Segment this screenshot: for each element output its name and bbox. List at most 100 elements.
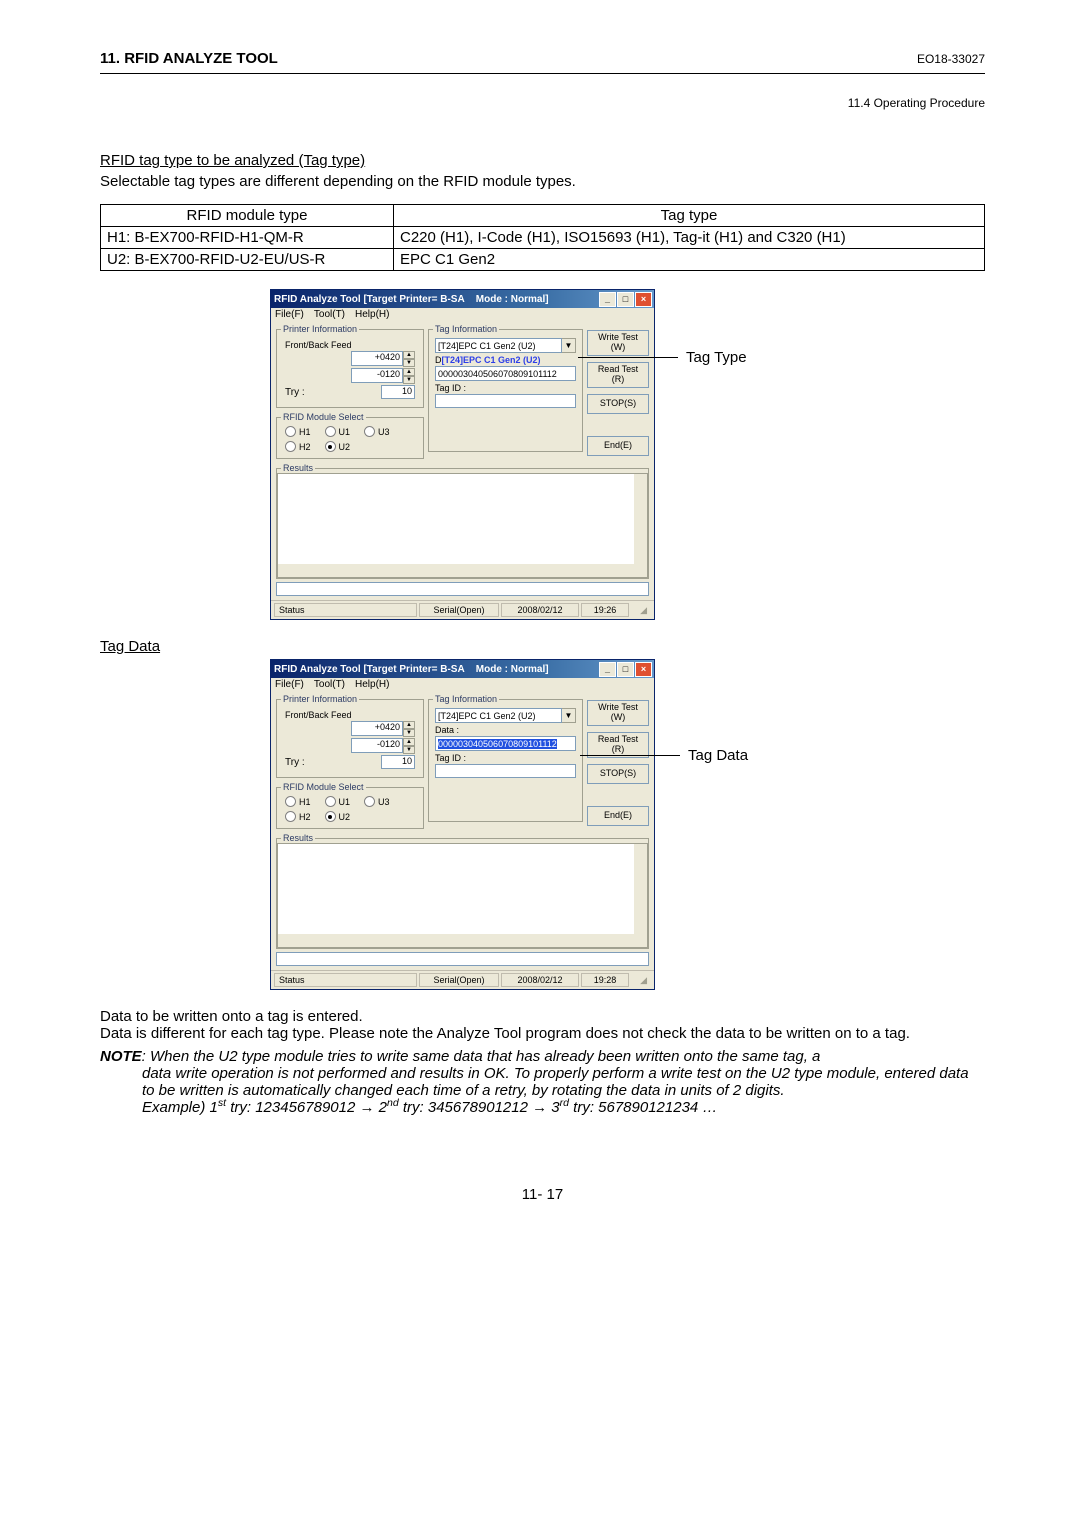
note-line2: data write operation is not performed an… [100,1065,985,1099]
front-feed-spinner[interactable]: ▲▼ [403,351,415,366]
results-scroll-v[interactable] [634,474,647,564]
radio-h1[interactable]: H1 [285,426,311,437]
minimize-icon[interactable]: _ [599,292,616,307]
tag-info-group: Tag Information [T24]EPC C1 Gen2 (U2) ▼ … [428,694,583,822]
tag-data-selected: 000003040506070809101112 [438,739,557,749]
printer-info-group: Printer Information Front/Back Feed +042… [276,694,424,778]
table-h1-tagtype: C220 (H1), I-Code (H1), ISO15693 (H1), T… [394,227,985,249]
note-block: NOTE: When the U2 type module tries to w… [100,1048,985,1116]
menu-file[interactable]: File(F) [275,309,304,320]
tag-type-table: RFID module type Tag type H1: B-EX700-RF… [100,204,985,271]
tag-info-legend: Tag Information [433,324,499,334]
try-label: Try : [285,387,305,398]
write-test-button[interactable]: Write Test(W) [587,700,649,726]
menu-file[interactable]: File(F) [275,679,304,690]
maximize-icon[interactable]: □ [617,662,634,677]
app-window-1: RFID Analyze Tool [Target Printer= B-SA … [270,289,655,620]
stop-button[interactable]: STOP(S) [587,764,649,784]
results-textarea[interactable] [277,843,648,948]
note-example: Example) 1st try: 123456789012 → 2nd try… [100,1099,985,1116]
back-feed-spinner[interactable]: ▲▼ [403,368,415,383]
page-number: 11- 17 [100,1186,985,1203]
section-subtitle: 11.4 Operating Procedure [100,96,985,110]
radio-u2[interactable]: U2 [325,811,351,822]
tag-id-input[interactable] [435,764,576,778]
chevron-down-icon[interactable]: ▼ [562,708,576,723]
stop-button[interactable]: STOP(S) [587,394,649,414]
resize-grip-icon[interactable]: ◢ [631,973,651,987]
radio-h2[interactable]: H2 [285,441,311,452]
rfid-module-select-group: RFID Module Select H1 U1 U3 H2 U2 [276,782,424,829]
status-date: 2008/02/12 [501,603,579,617]
results-scroll-h[interactable] [278,934,647,947]
data-label: Data : [435,725,576,735]
close-icon[interactable]: × [635,662,652,677]
menu-tool[interactable]: Tool(T) [314,309,345,320]
back-feed-input[interactable]: -0120 [351,368,403,383]
printer-info-group: Printer Information Front/Back Feed +042… [276,324,424,408]
try-input[interactable]: 10 [381,385,415,399]
status-serial: Serial(Open) [419,603,499,617]
callout-tag-type: Tag Type [686,349,747,366]
tag-data-input[interactable]: 000003040506070809101112 [435,366,576,381]
radio-h1[interactable]: H1 [285,796,311,807]
table-header-tagtype: Tag type [394,205,985,227]
table-header-module: RFID module type [101,205,394,227]
tag-type-combo[interactable]: [T24]EPC C1 Gen2 (U2) ▼ [435,338,576,353]
radio-u2[interactable]: U2 [325,441,351,452]
end-button[interactable]: End(E) [587,806,649,826]
results-textarea[interactable] [277,473,648,578]
tail-p2: Data is different for each tag type. Ple… [100,1025,985,1042]
status-time: 19:26 [581,603,629,617]
menu-help[interactable]: Help(H) [355,309,389,320]
table-h1-module: H1: B-EX700-RFID-H1-QM-R [101,227,394,249]
menubar[interactable]: File(F) Tool(T) Help(H) [271,308,654,321]
doc-code: EO18-33027 [917,52,985,66]
radio-u3[interactable]: U3 [364,796,390,807]
results-legend: Results [281,463,315,473]
resize-grip-icon[interactable]: ◢ [631,603,651,617]
results-scroll-v[interactable] [634,844,647,934]
front-feed-spinner[interactable]: ▲▼ [403,721,415,736]
callout-tag-data: Tag Data [688,747,748,764]
tag-type-value: [T24]EPC C1 Gen2 (U2) [435,338,562,353]
results-group: Results [276,463,649,579]
menu-help[interactable]: Help(H) [355,679,389,690]
radio-h2[interactable]: H2 [285,811,311,822]
tag-info-group: Tag Information [T24]EPC C1 Gen2 (U2) ▼ … [428,324,583,452]
maximize-icon[interactable]: □ [617,292,634,307]
front-back-label: Front/Back Feed [285,340,415,350]
table-u2-module: U2: B-EX700-RFID-U2-EU/US-R [101,249,394,271]
try-input[interactable]: 10 [381,755,415,769]
results-input[interactable] [276,582,649,596]
titlebar[interactable]: RFID Analyze Tool [Target Printer= B-SA … [271,290,654,308]
app-window-2: RFID Analyze Tool [Target Printer= B-SA … [270,659,655,990]
close-icon[interactable]: × [635,292,652,307]
front-feed-input[interactable]: +0420 [351,721,403,736]
tag-type-combo[interactable]: [T24]EPC C1 Gen2 (U2) ▼ [435,708,576,723]
radio-u1[interactable]: U1 [325,796,351,807]
results-input[interactable] [276,952,649,966]
results-group: Results [276,833,649,949]
title-text-left: RFID Analyze Tool [Target Printer= B-SA [274,294,465,305]
section-heading-tagdata: Tag Data [100,638,985,655]
back-feed-spinner[interactable]: ▲▼ [403,738,415,753]
front-feed-input[interactable]: +0420 [351,351,403,366]
section-heading-tagtype: RFID tag type to be analyzed (Tag type) [100,152,985,169]
tag-id-input[interactable] [435,394,576,408]
status-label: Status [274,603,417,617]
menubar-2[interactable]: File(F) Tool(T) Help(H) [271,678,654,691]
menu-tool[interactable]: Tool(T) [314,679,345,690]
table-u2-tagtype: EPC C1 Gen2 [394,249,985,271]
tag-data-input[interactable]: 000003040506070809101112 [435,736,576,751]
end-button[interactable]: End(E) [587,436,649,456]
results-scroll-h[interactable] [278,564,647,577]
chevron-down-icon[interactable]: ▼ [562,338,576,353]
minimize-icon[interactable]: _ [599,662,616,677]
radio-u3[interactable]: U3 [364,426,390,437]
note-label: NOTE [100,1048,142,1065]
radio-u1[interactable]: U1 [325,426,351,437]
title-text-right: Mode : Normal] [476,294,549,305]
back-feed-input[interactable]: -0120 [351,738,403,753]
titlebar-2[interactable]: RFID Analyze Tool [Target Printer= B-SA … [271,660,654,678]
